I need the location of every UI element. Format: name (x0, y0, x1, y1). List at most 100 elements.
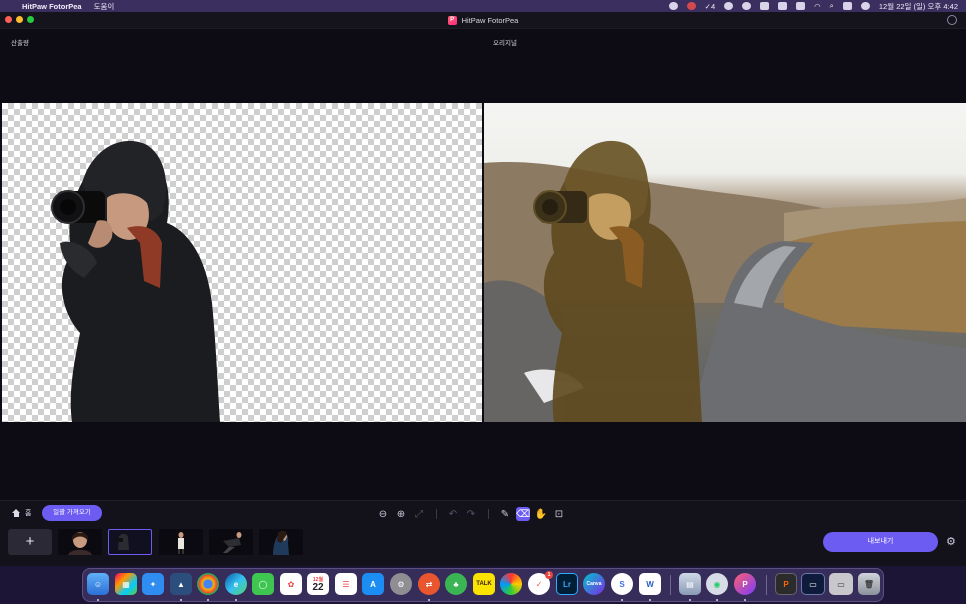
canva-icon[interactable]: Canva (583, 573, 605, 595)
dock-running-dot (235, 599, 237, 601)
thumbnail-item[interactable] (259, 529, 303, 555)
close-window-button[interactable] (5, 16, 12, 23)
fit-screen-icon[interactable]: ⤢ (412, 507, 426, 521)
check-count-badge: 4 (710, 1, 716, 11)
output-label: 산출량 (11, 40, 29, 47)
task-app-icon[interactable]: ✓ 1 (528, 571, 553, 595)
notification-status-icon[interactable] (686, 2, 696, 10)
chrome-icon[interactable] (197, 573, 219, 595)
dock-running-dot (207, 599, 209, 601)
color-wheel-app-icon[interactable] (500, 573, 522, 595)
photos-icon[interactable]: ✿ (280, 573, 302, 595)
thumbnail-item[interactable] (159, 529, 203, 555)
word-icon[interactable]: W (639, 573, 661, 595)
thumbnail-skater (223, 532, 242, 553)
compare-icon[interactable]: ⊡ (552, 507, 566, 521)
thumbnail-photographer (117, 533, 129, 550)
brush-icon[interactable]: ✎ (498, 507, 512, 521)
battery-status-icon[interactable] (778, 2, 788, 10)
thumbnail-item[interactable] (58, 529, 102, 555)
original-photo (484, 140, 966, 422)
export-button[interactable]: 내보내기 (823, 532, 938, 552)
fotorpea-dock-icon[interactable]: P (734, 573, 756, 595)
check-count-status[interactable]: ✓4 (705, 2, 715, 11)
original-label: 오리지널 (493, 40, 517, 47)
window-title-bar: P HitPaw FotorPea (0, 12, 966, 29)
macos-dock: ☺ ▦ ✦ ▲ e ◯ ✿ 12월 22 ☰ A ⚙ ⇄ ♣ TALK ✓ 1 … (82, 568, 884, 602)
calendar-day: 22 (312, 581, 324, 593)
display-status-icon[interactable] (796, 2, 806, 10)
preview-icon[interactable]: ▤ (679, 573, 701, 595)
calendar-icon[interactable]: 12월 22 (307, 573, 329, 595)
dock-running-dot (428, 599, 430, 601)
bird-app-icon[interactable]: ▲ (170, 573, 192, 595)
vpn-status-icon[interactable] (742, 2, 752, 10)
hand-icon[interactable]: ✋ (534, 507, 548, 521)
add-image-button[interactable]: + (8, 529, 52, 555)
kakaotalk-icon[interactable]: TALK (473, 573, 495, 595)
window-controls (5, 16, 34, 23)
window-title: HitPaw FotorPea (461, 15, 519, 25)
thumbnail-woman-profile (273, 530, 289, 555)
original-preview-canvas[interactable] (484, 103, 966, 422)
undo-icon[interactable]: ↶ (446, 507, 460, 521)
launchpad-icon[interactable]: ▦ (115, 573, 137, 595)
keyboard-status-icon[interactable] (760, 2, 770, 10)
remote-app-icon[interactable]: ⇄ (418, 573, 440, 595)
system-settings-icon[interactable]: ⚙ (390, 573, 412, 595)
account-icon[interactable] (947, 15, 957, 25)
settings-gear-icon[interactable]: ⚙ (946, 537, 956, 548)
media-status-icon[interactable] (724, 2, 734, 10)
dock-running-dot (180, 599, 182, 601)
swift-app-icon[interactable]: S (611, 573, 633, 595)
wifi-icon[interactable]: ◠ (814, 2, 821, 11)
eraser-icon[interactable]: ⌫ (516, 507, 530, 521)
lightroom-icon[interactable]: Lr (556, 573, 578, 595)
dock-running-dot (689, 599, 691, 601)
thumbnail-standing-person (178, 532, 184, 554)
thumbnail-child-portrait (58, 529, 102, 555)
zoom-out-icon[interactable]: ⊖ (376, 507, 390, 521)
finder-icon[interactable]: ☺ (87, 573, 109, 595)
app-store-icon[interactable]: A (362, 573, 384, 595)
batch-import-button[interactable]: 일괄 가져오기 (42, 505, 102, 521)
tool-divider (436, 509, 437, 519)
minimized-window-icon[interactable]: ▭ (801, 573, 825, 595)
dock-running-dot (97, 599, 99, 601)
minimized-window-icon[interactable]: ▭ (829, 573, 853, 595)
edit-tools: ⊖ ⊕ ⤢ ↶ ↷ ✎ ⌫ ✋ ⊡ (376, 507, 570, 521)
dock-notification-badge: 1 (545, 571, 553, 579)
maximize-window-button[interactable] (27, 16, 34, 23)
siri-icon[interactable] (860, 2, 870, 10)
zoom-in-icon[interactable]: ⊕ (394, 507, 408, 521)
menubar-help[interactable]: 도움이 (94, 1, 115, 12)
control-center-icon[interactable] (842, 2, 852, 10)
evernote-icon[interactable]: ♣ (445, 573, 467, 595)
home-label: 홈 (25, 510, 32, 517)
thumbnail-item-selected[interactable] (108, 529, 152, 555)
dock-running-dot (621, 599, 623, 601)
app-logo-icon: P (447, 15, 457, 25)
output-preview-canvas[interactable] (2, 103, 482, 422)
dock-separator (766, 575, 767, 595)
menubar-app-name[interactable]: HitPaw FotorPea (22, 2, 82, 11)
tool-divider (488, 509, 489, 519)
home-button[interactable]: 홈 (12, 508, 31, 518)
menu-bar: HitPaw FotorPea 도움이 ✓4 ◠ ⌕ 12월 22일 (일) 오… (0, 0, 966, 12)
menubar-status-area: ✓4 ◠ ⌕ 12월 22일 (일) 오후 4:42 (668, 1, 958, 12)
dock-running-dot (649, 599, 651, 601)
quicktime-icon[interactable]: ◉ (706, 573, 728, 595)
edge-icon[interactable]: e (225, 573, 247, 595)
minimize-window-button[interactable] (16, 16, 23, 23)
dock-separator (670, 575, 671, 595)
menubar-datetime[interactable]: 12월 22일 (일) 오후 4:42 (879, 1, 958, 12)
search-icon[interactable]: ⌕ (830, 1, 834, 11)
messages-icon[interactable]: ◯ (252, 573, 274, 595)
trash-icon[interactable]: 🗑 (858, 573, 880, 595)
safari-icon[interactable]: ✦ (142, 573, 164, 595)
reminders-icon[interactable]: ☰ (335, 573, 357, 595)
redo-icon[interactable]: ↷ (464, 507, 478, 521)
thumbnail-item[interactable] (209, 529, 253, 555)
minimized-window-icon[interactable]: P (775, 573, 797, 595)
chat-status-icon[interactable] (668, 2, 678, 10)
